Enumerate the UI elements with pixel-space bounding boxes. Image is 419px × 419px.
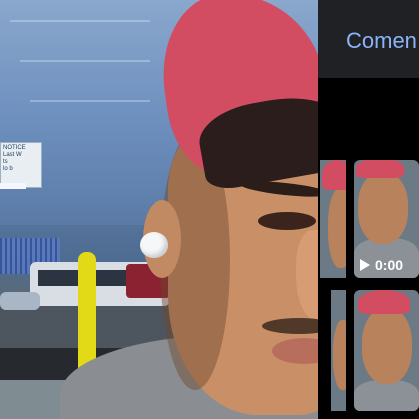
thumbnail-face	[328, 188, 346, 268]
thumbnail-shirt	[354, 380, 419, 411]
thumbnail-cap	[358, 290, 410, 314]
thumbnail-face	[362, 308, 412, 384]
play-icon	[360, 259, 370, 271]
ceiling-beam	[30, 100, 150, 102]
media-thumbnail-4[interactable]	[354, 290, 419, 411]
ceiling-beam	[20, 60, 150, 62]
thumbnail-face	[358, 172, 408, 244]
eye	[258, 212, 316, 230]
car	[0, 292, 40, 310]
panel-title[interactable]: Comen	[346, 28, 417, 54]
duration-label: 0:00	[375, 257, 404, 273]
video-duration: 0:00	[360, 254, 419, 276]
camera-viewfinder[interactable]: NOTICE Last Wts lo b	[0, 0, 336, 419]
media-thumbnail-3[interactable]	[331, 290, 346, 411]
media-thumbnail-1[interactable]	[320, 160, 346, 278]
ceiling-beam	[10, 20, 150, 22]
thumbnail-cap	[356, 160, 404, 178]
thumbnail-cap	[322, 160, 346, 190]
notice-sign: NOTICE Last Wts lo b	[0, 142, 42, 188]
light-fixture	[0, 183, 26, 189]
earbud	[140, 232, 168, 258]
thumbnail-face	[333, 320, 346, 390]
